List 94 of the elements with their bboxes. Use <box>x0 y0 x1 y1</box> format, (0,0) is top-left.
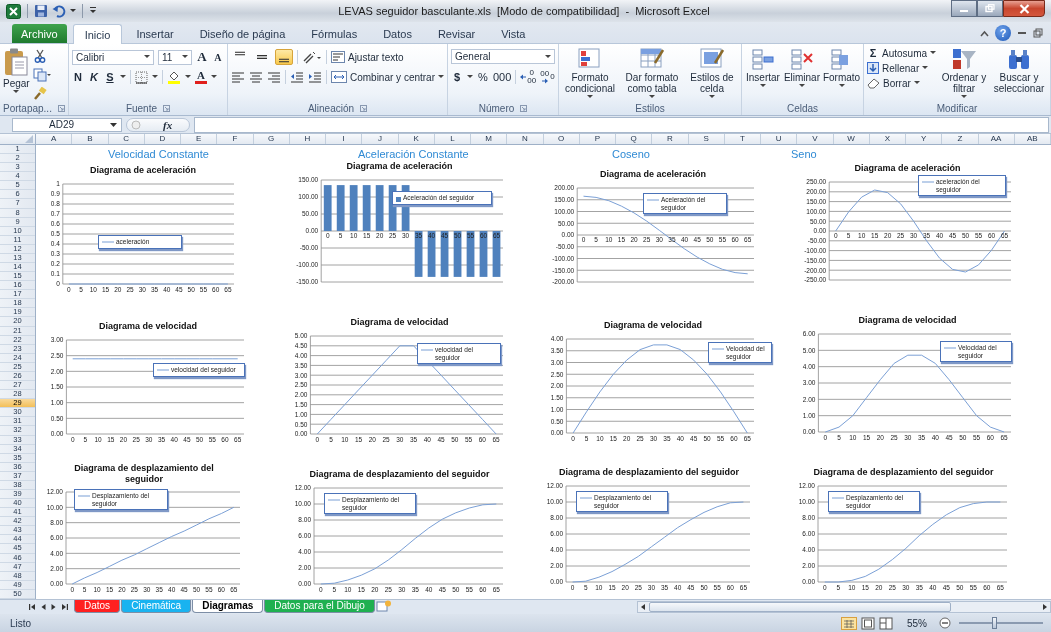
fill-button[interactable]: Rellenar <box>867 62 929 74</box>
ribbon-tab[interactable]: Fórmulas <box>299 24 370 43</box>
find-select-button[interactable]: Buscar y seleccionar <box>991 46 1047 94</box>
section-heading: Aceleración Constante <box>358 148 469 160</box>
styles-button[interactable]: Dar formato como tabla <box>621 46 683 99</box>
chart-title: Diagrama de velocidad <box>350 317 449 328</box>
group-label: Estilos <box>635 102 665 114</box>
cells-button[interactable]: Formato <box>823 46 860 88</box>
column-header[interactable]: I <box>326 134 363 144</box>
chart-title: Diagrama de desplazamiento del seguidor <box>73 463 215 484</box>
group-label: Alineación <box>307 102 355 114</box>
font-name-field[interactable]: Calibri <box>71 49 154 65</box>
column-header[interactable]: J <box>362 134 399 144</box>
column-header[interactable]: H <box>289 134 326 144</box>
column-header[interactable]: R <box>652 134 689 144</box>
column-header[interactable]: W <box>833 134 870 144</box>
percent-button[interactable]: % <box>477 71 489 83</box>
column-header[interactable]: Z <box>942 134 979 144</box>
chart-title: Diagrama de aceleración <box>599 169 707 180</box>
wrap-text-button[interactable]: Ajustar texto <box>330 51 404 63</box>
column-header[interactable]: B <box>72 134 109 144</box>
column-header[interactable]: P <box>579 134 616 144</box>
ribbon-tab[interactable]: Insertar <box>124 24 186 43</box>
group-label: Portapap... <box>3 102 52 114</box>
chart-title: Diagrama de velocidad <box>98 321 197 332</box>
increase-decimal-button[interactable]: 0 00 <box>520 69 537 85</box>
column-header[interactable]: D <box>144 134 181 144</box>
thousands-button[interactable]: 000 <box>493 71 512 83</box>
chart-title: Diagrama de aceleración <box>346 161 453 172</box>
shrink-font-button[interactable]: A <box>211 51 224 63</box>
sort-filter-button[interactable]: Ordenar y filtrar <box>940 46 988 99</box>
font-size-field[interactable]: 11 <box>157 49 192 65</box>
column-header[interactable]: F <box>217 134 254 144</box>
number-format-field[interactable]: General <box>451 49 555 64</box>
group-label: Fuente <box>125 102 157 114</box>
group-label: Número <box>478 102 515 114</box>
column-header[interactable]: U <box>761 134 798 144</box>
section-heading: Coseno <box>612 148 650 160</box>
decrease-decimal-button[interactable]: 000 <box>540 70 555 84</box>
italic-button[interactable]: K <box>87 71 100 83</box>
column-header[interactable]: E <box>181 134 218 144</box>
chart-title: Diagrama de velocidad <box>858 315 957 326</box>
chart-title: Diagrama de desplazamiento del seguidor <box>813 467 994 478</box>
group-label: Modificar <box>936 102 978 114</box>
styles-button[interactable]: Formato condicional <box>562 46 618 99</box>
section-heading: Velocidad Constante <box>108 148 209 160</box>
window-title: LEVAS seguidor basculante.xls [Modo de compatibilidad] - Microsoft Excel <box>337 5 711 17</box>
insert-function-button[interactable]: fx <box>163 118 173 131</box>
cells-button[interactable]: Insertar <box>745 46 781 88</box>
chart-title: Diagrama de aceleración <box>854 163 961 174</box>
ribbon-tab[interactable]: Diseño de página <box>187 24 298 43</box>
font-color-button[interactable]: A <box>194 70 207 84</box>
ribbon-tab[interactable]: Vista <box>489 24 538 43</box>
column-header[interactable]: T <box>724 134 761 144</box>
ribbon-tab[interactable]: Inicio <box>72 24 123 44</box>
chart-title: Diagrama de desplazamiento del seguidor <box>558 467 740 478</box>
column-header[interactable]: K <box>398 134 435 144</box>
column-header[interactable]: L <box>434 134 471 144</box>
column-header[interactable]: O <box>543 134 580 144</box>
name-box[interactable]: AD29 <box>12 117 122 132</box>
column-header[interactable]: N <box>507 134 544 144</box>
column-header[interactable]: M <box>471 134 508 144</box>
group-label: Celdas <box>786 102 819 114</box>
sheet-tab[interactable]: Diagramas <box>192 600 264 613</box>
file-tab[interactable]: Archivo <box>12 24 67 43</box>
paste-button[interactable]: Pegar <box>3 46 30 94</box>
ribbon-tab[interactable]: Datos <box>371 24 424 43</box>
column-header[interactable]: V <box>797 134 834 144</box>
grow-font-button[interactable]: A <box>195 49 208 65</box>
column-header[interactable]: A <box>36 134 73 144</box>
zoom-level[interactable]: 55% <box>907 617 927 629</box>
chart-title: Diagrama de velocidad <box>603 320 702 331</box>
column-header[interactable]: AA <box>978 134 1015 144</box>
currency-button[interactable]: $ <box>451 71 463 83</box>
column-header[interactable]: S <box>688 134 725 144</box>
autosum-button[interactable]: Σ Autosuma <box>867 47 937 59</box>
column-header[interactable]: C <box>108 134 145 144</box>
cells-button[interactable]: Eliminar <box>783 46 820 88</box>
bold-button[interactable]: N <box>71 71 84 83</box>
clear-button[interactable]: Borrar <box>867 77 920 89</box>
underline-button[interactable]: S <box>103 71 116 83</box>
chart-title: Diagrama de desplazamiento del seguidor <box>309 469 490 480</box>
chart-title: Diagrama de aceleración <box>89 165 197 176</box>
sheet-tab[interactable]: Datos <box>74 600 121 613</box>
column-header[interactable]: Q <box>616 134 653 144</box>
column-header[interactable]: AB <box>1014 134 1051 144</box>
column-header[interactable]: Y <box>906 134 943 144</box>
column-header[interactable]: X <box>869 134 906 144</box>
styles-button[interactable]: Estilos de celda <box>686 46 738 99</box>
column-header[interactable]: G <box>253 134 290 144</box>
ribbon-tab[interactable]: Revisar <box>425 24 488 43</box>
status-text: Listo <box>10 617 32 629</box>
section-heading: Seno <box>791 148 817 160</box>
merge-center-button[interactable]: Combinar y centrar <box>330 71 444 83</box>
